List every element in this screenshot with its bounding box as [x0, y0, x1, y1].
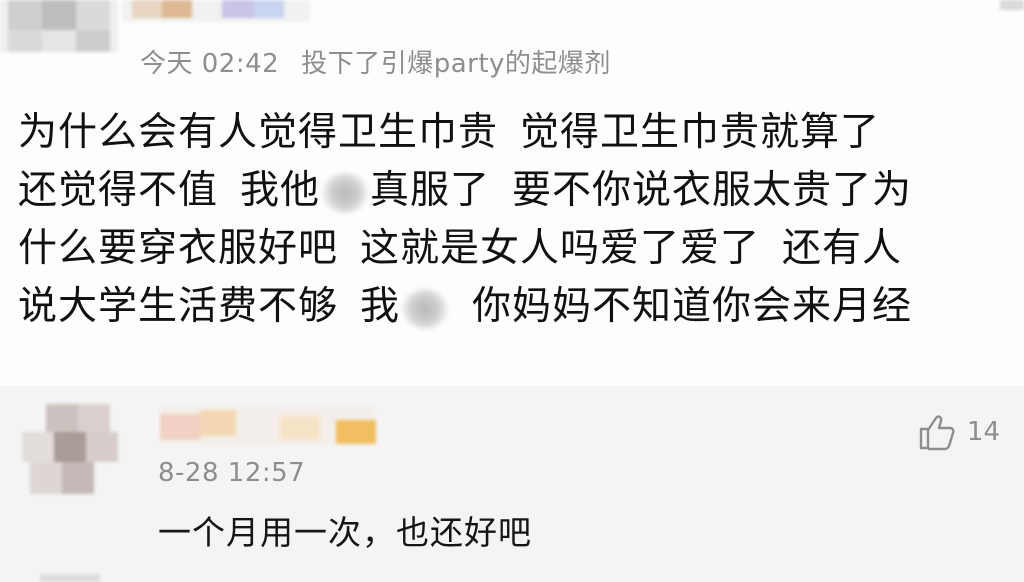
post-menu-icon[interactable]: [1000, 0, 1024, 10]
post-line-3: 什么要穿衣服好吧 这就是女人吗爱了爱了 还有人: [18, 226, 903, 271]
post-line-4: 说大学生活费不够我你妈妈不知道你会来月经: [18, 284, 913, 329]
censor-mask: [402, 288, 449, 329]
censor-mask: [322, 172, 369, 213]
post-meta: 今天 02:42 投下了引爆party的起爆剂: [140, 46, 633, 82]
next-commenter-avatar[interactable]: [40, 574, 100, 582]
like-count: 14: [966, 417, 1000, 447]
comment-time: 8-28 12:57: [158, 458, 306, 488]
comment-text: 一个月用一次，也还好吧: [158, 513, 532, 552]
post-time: 今天 02:42: [140, 49, 280, 79]
post-body: 为什么会有人觉得卫生巾贵 觉得卫生巾贵就算了 还觉得不值 我他 真服了 要不你说衣服太贵…: [18, 104, 1018, 336]
comment-item: 8-28 12:57 一个月用一次，也还好吧 14: [0, 386, 1024, 582]
post-avatar[interactable]: [0, 0, 118, 52]
commenter-name[interactable]: [160, 406, 376, 444]
post-line-1: 为什么会有人觉得卫生巾贵 觉得卫生巾贵就算了: [18, 110, 881, 155]
thumbs-up-icon: [919, 415, 955, 451]
post-line-2: 还觉得不值 我他 真服了 要不你说衣服太贵了为: [18, 168, 913, 213]
post-username[interactable]: [122, 0, 310, 22]
post-source[interactable]: 投下了引爆party的起爆剂: [301, 49, 611, 79]
commenter-avatar[interactable]: [22, 404, 118, 500]
like-button[interactable]: 14: [917, 412, 1000, 452]
